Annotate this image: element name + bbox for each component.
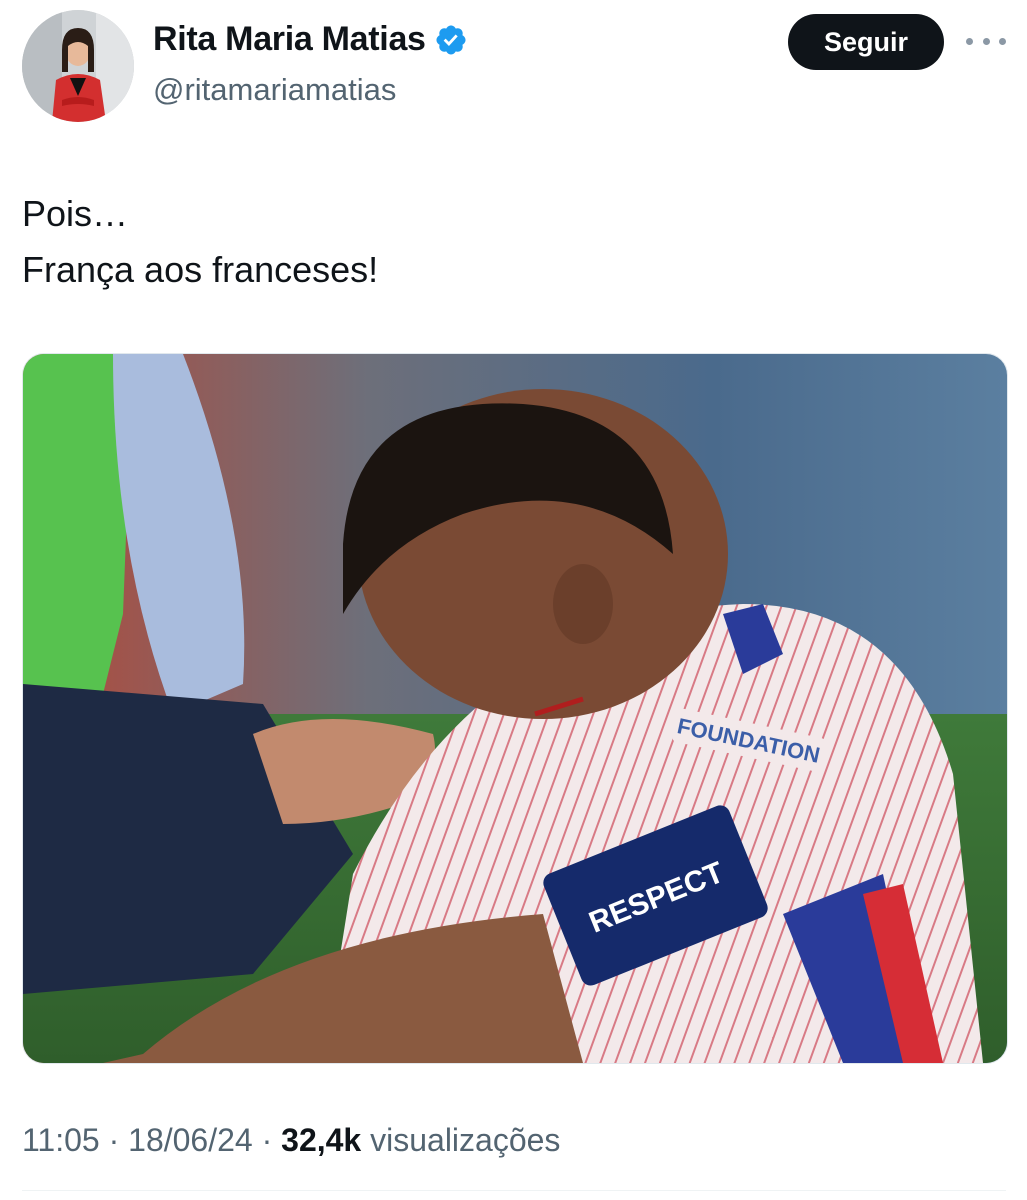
author-name[interactable]: Rita Maria Matias	[153, 20, 426, 59]
avatar[interactable]	[22, 10, 134, 122]
avatar-photo	[22, 10, 134, 122]
more-options-icon[interactable]	[966, 26, 1006, 56]
tweet-line: França aos franceses!	[22, 249, 379, 290]
tweet-text: Pois… França aos franceses!	[22, 186, 378, 298]
dot	[982, 37, 990, 45]
tweet-line: Pois…	[22, 193, 129, 234]
tweet-time[interactable]: 11:05	[22, 1122, 100, 1158]
media-photo: RESPECT FOUNDATION	[23, 354, 1007, 1063]
meta-separator: ·	[261, 1122, 273, 1158]
divider	[22, 1190, 1006, 1191]
dot	[999, 37, 1006, 45]
views-count[interactable]: 32,4k	[281, 1122, 361, 1158]
verified-badge-icon	[436, 24, 466, 55]
tweet-meta: 11:05 · 18/06/24 · 32,4k visualizações	[22, 1122, 560, 1159]
follow-button[interactable]: Seguir	[788, 14, 944, 70]
views-label: visualizações	[370, 1122, 561, 1158]
author-name-row[interactable]: Rita Maria Matias	[153, 20, 468, 59]
tweet-media[interactable]: RESPECT FOUNDATION	[22, 353, 1008, 1064]
author-handle[interactable]: @ritamariamatias	[153, 72, 396, 108]
meta-separator: ·	[108, 1122, 120, 1158]
dot	[966, 37, 973, 45]
tweet-date[interactable]: 18/06/24	[128, 1122, 253, 1158]
